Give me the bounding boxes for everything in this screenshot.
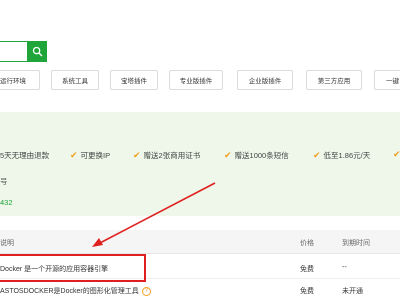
promo-number: 432: [0, 198, 13, 207]
check-icon: ✔: [133, 150, 141, 160]
header-price: 价格: [300, 240, 314, 247]
table-header: 说明 价格 到期时间: [0, 230, 400, 254]
check-icon: ✔: [313, 150, 321, 160]
category-tabs: 运行环境 系统工具 宝塔插件 专业版插件 企业版插件 第三方应用 一键: [0, 70, 400, 90]
table-row[interactable]: ASTOSDOCKER是Docker的图形化管理工具? 免费 未开通: [0, 279, 400, 300]
row-price: 免费: [300, 266, 314, 273]
category-pro-plugins[interactable]: 专业版插件: [169, 70, 223, 90]
category-system-tools[interactable]: 系统工具: [51, 70, 99, 90]
category-enterprise-plugins[interactable]: 企业版插件: [237, 70, 293, 90]
promo-text: 号: [0, 177, 8, 186]
category-runtime[interactable]: 运行环境: [0, 70, 40, 90]
row-price: 免费: [300, 288, 314, 295]
search-button[interactable]: [27, 41, 47, 62]
category-bt-plugins[interactable]: 宝塔插件: [110, 70, 158, 90]
row-desc: ASTOSDOCKER是Docker的图形化管理工具?: [0, 286, 151, 296]
promo-feature-price: ✔ 低至1.86元/天: [313, 150, 371, 161]
row-expire: --: [342, 264, 347, 271]
annotation-highlight-box: [0, 254, 146, 282]
promo-feature-sms: ✔ 赠送1000条短信: [224, 150, 289, 161]
check-icon: ✔: [224, 150, 232, 160]
promo-feature-refund: 5天无理由退款: [0, 151, 50, 160]
promo-panel: 5天无理由退款 ✔ 可更换IP ✔ 赠送2张商用证书 ✔ 赠送1000条短信 ✔ 低至1…: [0, 112, 400, 216]
row-expire: 未开通: [342, 288, 363, 295]
category-third-party[interactable]: 第三方应用: [306, 70, 362, 90]
promo-feature-cut: ✔: [393, 150, 400, 159]
check-icon: ✔: [70, 150, 78, 160]
help-icon[interactable]: ?: [141, 286, 151, 296]
promo-feature-certs: ✔ 赠送2张商用证书: [133, 150, 201, 161]
search-input[interactable]: [0, 41, 28, 62]
header-expire: 到期时间: [342, 240, 370, 247]
category-one-click[interactable]: 一键: [374, 70, 400, 90]
search-icon: [32, 46, 42, 57]
header-desc: 说明: [0, 240, 14, 247]
promo-feature-ip: ✔ 可更换IP: [70, 150, 111, 161]
check-icon: ✔: [393, 149, 400, 159]
